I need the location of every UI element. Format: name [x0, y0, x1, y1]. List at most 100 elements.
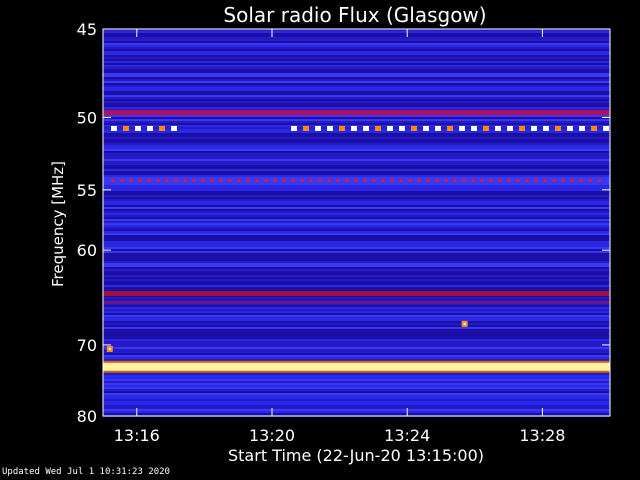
heatmap-row — [103, 349, 610, 351]
heatmap-row — [103, 333, 610, 335]
heatmap-row — [103, 221, 610, 223]
band-segment — [399, 125, 405, 131]
heatmap-row — [103, 79, 610, 81]
heatmap-row — [103, 377, 610, 379]
heatmap-row — [103, 159, 610, 161]
band-segment — [123, 125, 129, 131]
band-segment — [483, 125, 489, 131]
heatmap-row — [103, 59, 610, 61]
heatmap-row — [103, 387, 610, 389]
heatmap-row — [103, 55, 610, 57]
heatmap-row — [103, 317, 610, 319]
band-segment — [381, 179, 385, 183]
heatmap-row — [103, 133, 610, 135]
band-segment — [165, 179, 169, 183]
band-segment — [159, 125, 165, 131]
heatmap-row — [103, 341, 610, 343]
heatmap-row — [103, 257, 610, 259]
x-tick-label: 13:24 — [384, 426, 430, 445]
band-segment — [351, 125, 357, 131]
heatmap-row — [103, 321, 610, 323]
band-segment — [471, 125, 477, 131]
y-tick-label: 55 — [77, 181, 97, 200]
band-segment — [192, 179, 196, 183]
band-segment — [516, 179, 520, 183]
y-tick-label: 80 — [77, 407, 97, 426]
heatmap-row — [103, 31, 610, 33]
heatmap-row — [103, 305, 610, 307]
band-segment — [525, 179, 529, 183]
heatmap-row — [103, 277, 610, 279]
heatmap-row — [103, 407, 610, 409]
heatmap-row — [103, 123, 610, 125]
heatmap-row — [103, 45, 610, 47]
heatmap-row — [103, 355, 610, 357]
heatmap-row — [103, 385, 610, 387]
heatmap-row — [103, 139, 610, 141]
band-segment — [147, 179, 151, 183]
band-segment — [543, 125, 549, 131]
heatmap-row — [103, 107, 610, 109]
heatmap-row — [103, 311, 610, 313]
heatmap-row — [103, 145, 610, 147]
heatmap-row — [103, 351, 610, 353]
heatmap-row — [103, 357, 610, 359]
heatmap-row — [103, 273, 610, 275]
heatmap-row — [103, 263, 610, 265]
band-segment — [111, 179, 115, 183]
band-segment — [327, 179, 331, 183]
band-segment — [507, 179, 511, 183]
heatmap-row — [103, 157, 610, 159]
heatmap-row — [103, 279, 610, 281]
band-segment — [567, 125, 573, 131]
heatmap-row — [103, 147, 610, 149]
heatmap-row — [103, 235, 610, 237]
heatmap-row — [103, 65, 610, 67]
heatmap-row — [103, 253, 610, 255]
band-segment — [570, 179, 574, 183]
heatmap-row — [103, 405, 610, 407]
heatmap-row — [103, 255, 610, 257]
heatmap-row — [103, 271, 610, 273]
band-segment — [174, 179, 178, 183]
band-segment — [426, 179, 430, 183]
band-segment — [561, 179, 565, 183]
band-segment — [579, 179, 583, 183]
y-tick-label: 60 — [77, 241, 97, 260]
heatmap-row — [103, 169, 610, 171]
heatmap-row — [103, 115, 610, 117]
band-segment — [138, 179, 142, 183]
heatmap-row — [103, 223, 610, 225]
heatmap-row — [103, 247, 610, 249]
heatmap-row — [103, 151, 610, 153]
heatmap-row — [103, 287, 610, 289]
heatmap-row — [103, 409, 610, 411]
heatmap-row — [103, 261, 610, 263]
heatmap-row — [103, 203, 610, 205]
heatmap-row — [103, 119, 610, 121]
heatmap-row — [103, 183, 610, 185]
burst-spot-core — [463, 322, 466, 325]
band-segment — [135, 125, 141, 131]
y-axis-label: Frequency [MHz] — [49, 161, 67, 287]
heatmap-row — [103, 199, 610, 201]
heatmap-row — [103, 69, 610, 71]
band-segment — [462, 179, 466, 183]
band-segment — [447, 125, 453, 131]
heatmap-row — [103, 331, 610, 333]
heatmap-row — [103, 237, 610, 239]
x-axis-label: Start Time (22-Jun-20 13:15:00) — [228, 446, 484, 465]
heatmap-row — [103, 53, 610, 55]
band-segment — [300, 179, 304, 183]
updated-timestamp: Updated Wed Jul 1 10:31:23 2020 — [2, 467, 170, 477]
band-segment — [309, 179, 313, 183]
heatmap-row — [103, 337, 610, 339]
band-72.8 — [103, 362, 610, 371]
heatmap-row — [103, 51, 610, 53]
heatmap-row — [103, 205, 610, 207]
heatmap-row — [103, 177, 610, 179]
band-segment — [534, 179, 538, 183]
heatmap-row — [103, 207, 610, 209]
band-segment — [345, 179, 349, 183]
heatmap-row — [103, 91, 610, 93]
